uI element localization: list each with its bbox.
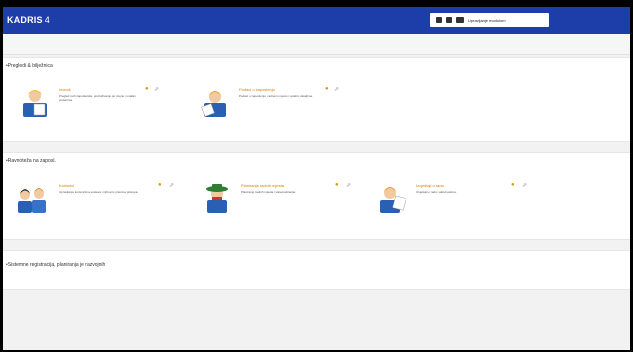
card-description: Upravljanje korisnicima sustava i njihov…	[59, 190, 139, 194]
section-title[interactable]: •Sistemne registracija, planiranja je ra…	[6, 262, 105, 268]
prev-button[interactable]	[436, 17, 442, 23]
module-manage-button[interactable]: Upravljanje modulom	[468, 18, 506, 23]
section-title[interactable]: •Pregledi & bilježnica	[6, 63, 53, 69]
external-link-icon[interactable]: ⇗	[522, 182, 527, 189]
screen-frame-top	[0, 0, 633, 7]
app-logo[interactable]: KADRIS 4	[7, 15, 50, 25]
card-title[interactable]: Korisnici	[59, 183, 74, 188]
people-group-icon	[18, 188, 46, 213]
section-ravnoteza: •Ravnoteža na zaposl. Korisnici Upravlja…	[3, 152, 630, 240]
person-writing-icon	[201, 91, 226, 117]
card-title[interactable]: Izvještaji o radu	[416, 183, 444, 188]
section-pregledi: •Pregledi & bilježnica Imenik Pregled sv…	[3, 57, 630, 142]
module-card-zaposlenje[interactable]: Podaci o zaposlenju Podaci o zaposlenju,…	[201, 86, 371, 127]
section-title[interactable]: •Ravnoteža na zaposl.	[6, 158, 56, 164]
favorite-star-icon[interactable]: ●	[325, 86, 329, 92]
person-with-hat-icon	[206, 184, 228, 213]
external-link-icon[interactable]: ⇗	[154, 86, 159, 93]
module-card-izvjestaji[interactable]: Izvještaji o radu Izvještaji o radu i ak…	[378, 182, 548, 223]
external-link-icon[interactable]: ⇗	[169, 182, 174, 189]
card-title[interactable]: Imenik	[59, 87, 71, 92]
card-description: Izvještaji o radu i aktivnostima.	[416, 190, 457, 194]
favorite-star-icon[interactable]: ●	[158, 182, 162, 188]
external-link-icon[interactable]: ⇗	[346, 182, 351, 189]
module-card-planiranje[interactable]: Planiranje radnih mjesta Planiranje radn…	[203, 182, 373, 223]
module-icon	[456, 17, 464, 23]
toolbar-controls: Upravljanje modulom	[430, 13, 549, 27]
section-sistemne: •Sistemne registracija, planiranja je ra…	[3, 250, 630, 290]
external-link-icon[interactable]: ⇗	[334, 86, 339, 93]
module-card-imenik[interactable]: Imenik Pregled svih zaposlenika, pretraž…	[21, 86, 191, 127]
card-description: Pregled svih zaposlenika, pretraživanje …	[59, 94, 137, 102]
favorite-star-icon[interactable]: ●	[145, 86, 149, 92]
top-navigation-bar: KADRIS 4 Upravljanje modulom	[3, 7, 630, 34]
card-description: Podaci o zaposlenju, radnom mjestu i ost…	[239, 94, 313, 98]
favorite-star-icon[interactable]: ●	[335, 182, 339, 188]
favorite-star-icon[interactable]: ●	[511, 182, 515, 188]
sub-toolbar	[3, 34, 630, 55]
next-button[interactable]	[446, 17, 452, 23]
card-title[interactable]: Podaci o zaposlenju	[239, 87, 275, 92]
person-with-chart-icon	[380, 187, 406, 213]
app-version: 4	[44, 15, 50, 25]
app-name: KADRIS	[7, 15, 43, 25]
card-title[interactable]: Planiranje radnih mjesta	[241, 183, 284, 188]
module-card-korisnici[interactable]: Korisnici Upravljanje korisnicima sustav…	[16, 182, 186, 223]
card-description: Planiranje radnih mjesta i sistematizaci…	[241, 190, 296, 194]
person-reading-icon	[23, 90, 47, 117]
